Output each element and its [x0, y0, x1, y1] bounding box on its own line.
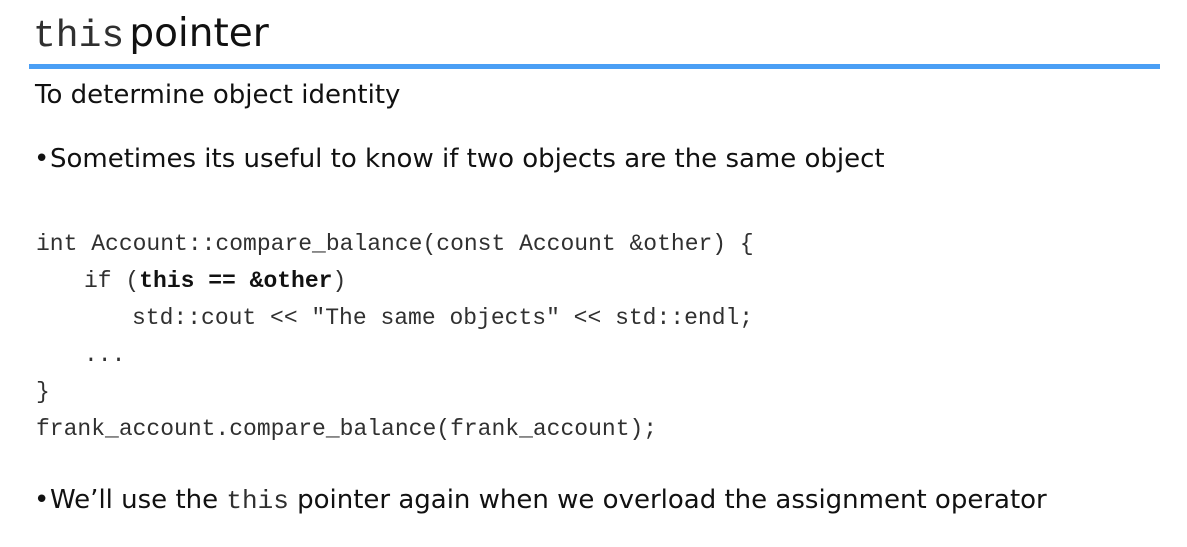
bullet-text-after: pointer again when we overload the assig… [288, 485, 1047, 515]
bullet-same-object: •Sometimes its useful to know if two obj… [34, 144, 885, 175]
bullet-text: Sometimes its useful to know if two obje… [50, 144, 885, 174]
code-line-2: if (this == &other) [36, 265, 754, 302]
bullet-dot: • [34, 144, 50, 174]
slide-subtitle: To determine object identity [35, 80, 401, 110]
slide-title: this pointer [33, 14, 269, 56]
title-divider [29, 64, 1160, 69]
title-code-word: this [33, 15, 125, 58]
code-line-4: ... [84, 342, 126, 368]
code-line-5: } [36, 379, 50, 405]
code-this-comparison: this == &other [139, 268, 333, 294]
bullet-assignment-operator: •We’ll use the this pointer again when w… [34, 485, 1047, 517]
bullet-dot: • [34, 485, 50, 515]
bullet-text-before: We’ll use the [50, 485, 227, 515]
code-line-3: std::cout << "The same objects" << std::… [132, 305, 754, 331]
code-line-1: int Account::compare_balance(const Accou… [36, 231, 754, 257]
bullet-inline-code: this [226, 486, 289, 516]
code-line-6: frank_account.compare_balance(frank_acco… [36, 416, 658, 442]
code-if-prefix: if ( [84, 268, 140, 294]
title-word: pointer [129, 11, 269, 56]
code-block: int Account::compare_balance(const Accou… [36, 228, 754, 450]
code-if-suffix: ) [332, 268, 347, 294]
